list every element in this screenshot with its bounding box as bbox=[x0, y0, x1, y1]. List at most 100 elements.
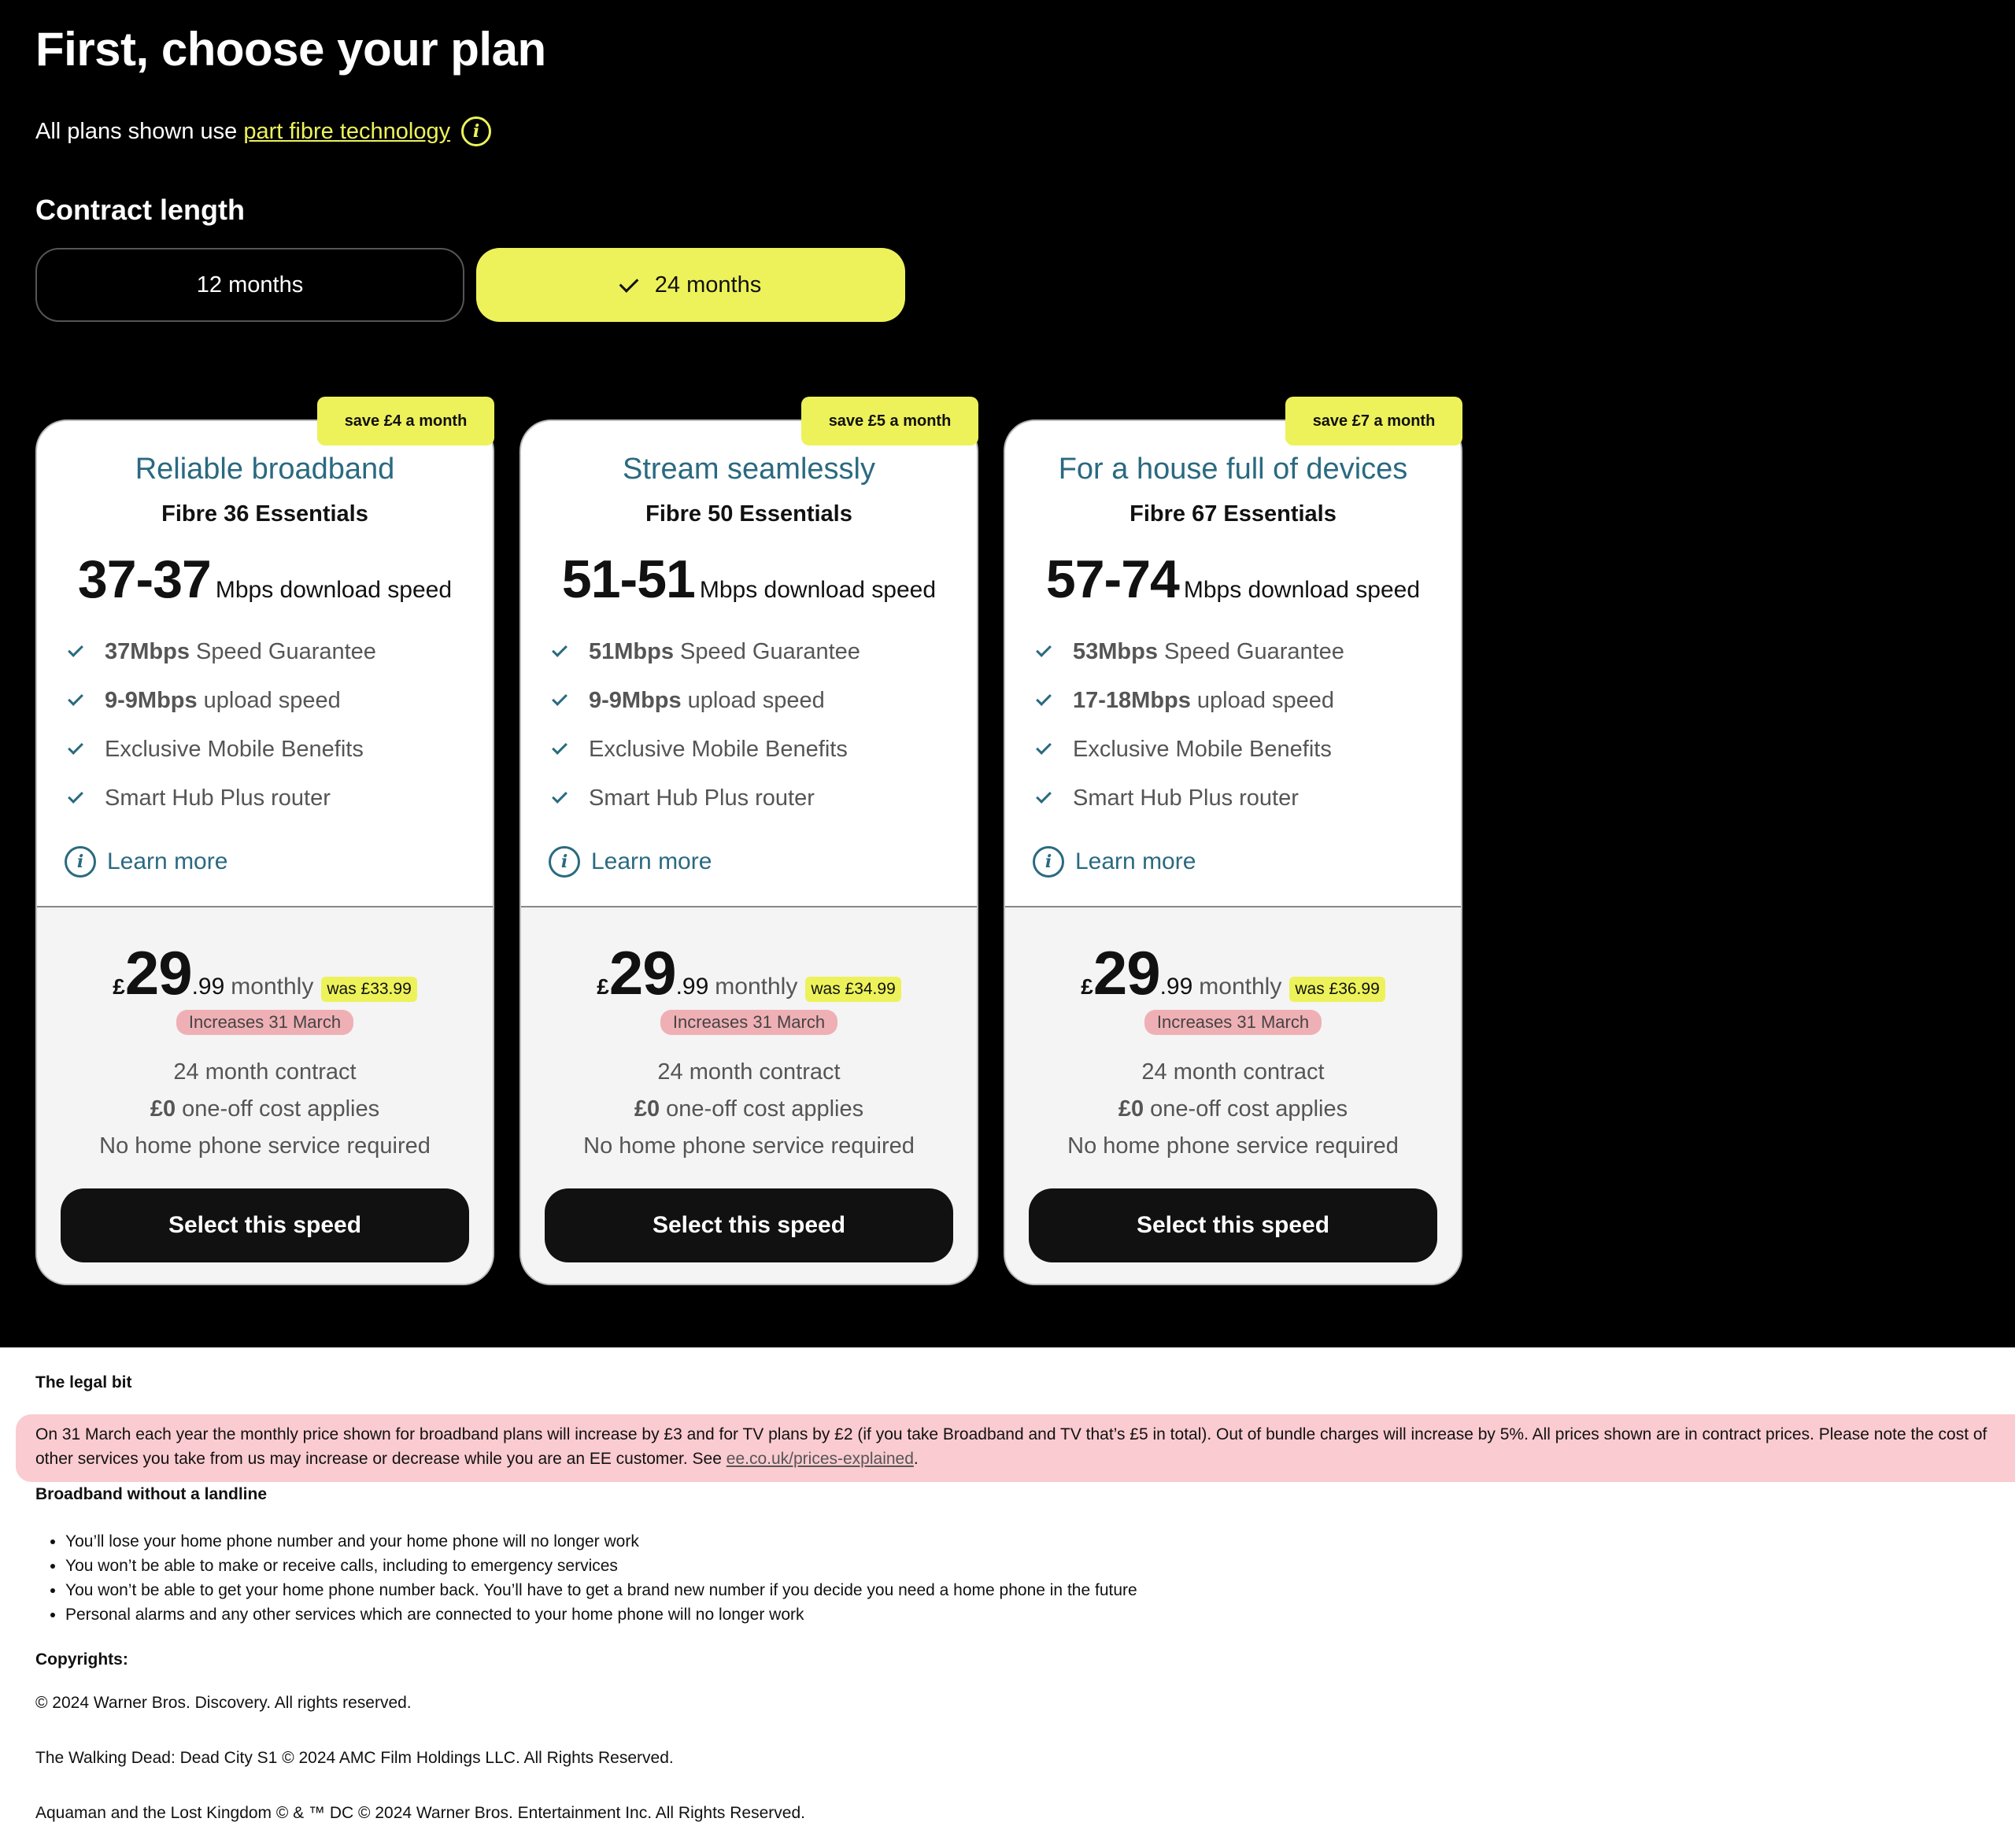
copyright-line: The Walking Dead: Dead City S1 © 2024 AM… bbox=[35, 1749, 674, 1767]
info-icon[interactable]: i bbox=[461, 116, 492, 146]
check-icon bbox=[68, 641, 83, 657]
plan-card: Stream seamlessly Fibre 50 Essentials 51… bbox=[519, 419, 978, 1285]
upfront-text: one-off cost applies bbox=[182, 1096, 380, 1122]
speed-unit: Mbps download speed bbox=[699, 577, 937, 603]
learn-more-label: Learn more bbox=[591, 848, 712, 874]
copyright-line: © 2024 Warner Bros. Discovery. All right… bbox=[35, 1694, 412, 1712]
upfront-cost: £0 one-off cost applies bbox=[1005, 1091, 1461, 1128]
increase-note: Increases 31 March bbox=[37, 1010, 493, 1035]
feature-text: Speed Guarantee bbox=[195, 638, 376, 664]
select-speed-button[interactable]: Select this speed bbox=[545, 1188, 953, 1262]
was-price-badge: was £34.99 bbox=[805, 977, 901, 1002]
feature-item: Exclusive Mobile Benefits bbox=[68, 725, 376, 774]
feature-item: Exclusive Mobile Benefits bbox=[552, 725, 860, 774]
speed-range: 37-37 bbox=[77, 549, 212, 609]
price-whole: 29 bbox=[1093, 938, 1161, 1007]
part-fibre-link[interactable]: part fibre technology bbox=[243, 119, 450, 145]
check-icon bbox=[68, 739, 83, 755]
price-whole: 29 bbox=[608, 938, 677, 1007]
prices-explained-link[interactable]: ee.co.uk/prices-explained bbox=[727, 1450, 914, 1468]
feature-item: 9-9Mbps upload speed bbox=[68, 676, 376, 725]
plan-name: Fibre 36 Essentials bbox=[161, 501, 368, 527]
learn-more-link[interactable]: i Learn more bbox=[549, 846, 712, 878]
price-panel: £ 29 .99 monthly was £33.99 Increases 31… bbox=[37, 906, 493, 1284]
increase-label: Increases 31 March bbox=[176, 1010, 354, 1035]
speed-range: 51-51 bbox=[561, 549, 696, 609]
contract-term: 24 month contract bbox=[657, 1059, 841, 1085]
feature-item: Exclusive Mobile Benefits bbox=[1036, 725, 1344, 774]
feature-bold: 9-9Mbps bbox=[105, 687, 198, 713]
plan-headline: Stream seamlessly bbox=[623, 453, 875, 486]
check-icon bbox=[68, 788, 83, 804]
plan-card: For a house full of devices Fibre 67 Ess… bbox=[1004, 419, 1462, 1285]
feature-list: 53Mbps Speed Guarantee 17-18Mbps upload … bbox=[1036, 627, 1344, 822]
currency: £ bbox=[113, 974, 125, 999]
contract-length-label: Contract length bbox=[35, 194, 245, 226]
learn-more-label: Learn more bbox=[1075, 848, 1196, 874]
price-period: monthly bbox=[1199, 974, 1282, 1000]
was-price-badge: was £33.99 bbox=[321, 977, 417, 1002]
currency: £ bbox=[1081, 974, 1093, 999]
increase-label: Increases 31 March bbox=[660, 1010, 838, 1035]
price-whole: 29 bbox=[124, 938, 193, 1007]
feature-text: Exclusive Mobile Benefits bbox=[105, 736, 364, 762]
upfront-cost: £0 one-off cost applies bbox=[521, 1091, 977, 1128]
learn-more-link[interactable]: i Learn more bbox=[1033, 846, 1196, 878]
was-price-badge: was £36.99 bbox=[1289, 977, 1385, 1002]
feature-bold: 37Mbps bbox=[105, 638, 190, 664]
increase-note: Increases 31 March bbox=[521, 1010, 977, 1035]
save-badge: save £7 a month bbox=[1285, 397, 1462, 445]
price: £ 29 .99 monthly was £34.99 bbox=[521, 937, 977, 1009]
list-item: Personal alarms and any other services w… bbox=[65, 1602, 1137, 1627]
upfront-text: one-off cost applies bbox=[666, 1096, 864, 1122]
plan-terms: 24 month contract £0 one-off cost applie… bbox=[37, 1054, 493, 1165]
price-pence: .99 bbox=[1159, 974, 1193, 1000]
feature-list: 51Mbps Speed Guarantee 9-9Mbps upload sp… bbox=[552, 627, 860, 822]
learn-more-link[interactable]: i Learn more bbox=[65, 846, 227, 878]
feature-text: Smart Hub Plus router bbox=[105, 785, 331, 811]
contract-12-months-button[interactable]: 12 months bbox=[35, 248, 464, 322]
feature-item: Smart Hub Plus router bbox=[552, 774, 860, 822]
contract-12-label: 12 months bbox=[196, 272, 304, 298]
contract-24-months-button[interactable]: 24 months bbox=[476, 248, 905, 322]
intro-text: All plans shown use bbox=[35, 118, 238, 144]
intro-line: All plans shown use part fibre technolog… bbox=[35, 116, 492, 146]
feature-bold: 17-18Mbps bbox=[1073, 687, 1191, 713]
page-title: First, choose your plan bbox=[35, 23, 546, 76]
feature-text: Smart Hub Plus router bbox=[1073, 785, 1299, 811]
check-icon bbox=[1036, 690, 1052, 706]
plan-terms: 24 month contract £0 one-off cost applie… bbox=[1005, 1054, 1461, 1165]
download-speed: 51-51 Mbps download speed bbox=[521, 549, 977, 610]
upfront-amount: £0 bbox=[1118, 1096, 1144, 1122]
save-badge: save £5 a month bbox=[801, 397, 978, 445]
legal-text: On 31 March each year the monthly price … bbox=[16, 1414, 2015, 1482]
price-pence: .99 bbox=[675, 974, 709, 1000]
copyright-line: Aquaman and the Lost Kingdom © & ™ DC © … bbox=[35, 1804, 805, 1822]
price-period: monthly bbox=[231, 974, 314, 1000]
plan-headline: Reliable broadband bbox=[135, 453, 395, 486]
info-icon: i bbox=[65, 846, 96, 878]
feature-bold: 53Mbps bbox=[1073, 638, 1158, 664]
feature-bold: 9-9Mbps bbox=[589, 687, 682, 713]
info-icon: i bbox=[1033, 846, 1064, 878]
plan-name: Fibre 50 Essentials bbox=[645, 501, 852, 527]
feature-item: 53Mbps Speed Guarantee bbox=[1036, 627, 1344, 676]
price-panel: £ 29 .99 monthly was £34.99 Increases 31… bbox=[521, 906, 977, 1284]
upfront-amount: £0 bbox=[150, 1096, 176, 1122]
feature-item: Smart Hub Plus router bbox=[68, 774, 376, 822]
contract-term: 24 month contract bbox=[173, 1059, 357, 1085]
currency: £ bbox=[597, 974, 609, 999]
select-speed-button[interactable]: Select this speed bbox=[1029, 1188, 1437, 1262]
list-item: You won’t be able to get your home phone… bbox=[65, 1578, 1137, 1602]
price-period: monthly bbox=[715, 974, 798, 1000]
check-icon bbox=[1036, 788, 1052, 804]
upfront-text: one-off cost applies bbox=[1150, 1096, 1348, 1122]
info-icon: i bbox=[549, 846, 580, 878]
feature-text: Speed Guarantee bbox=[1163, 638, 1344, 664]
legal-section: The legal bit On 31 March each year the … bbox=[16, 1373, 2015, 1822]
feature-item: 17-18Mbps upload speed bbox=[1036, 676, 1344, 725]
select-speed-button[interactable]: Select this speed bbox=[61, 1188, 469, 1262]
feature-text: upload speed bbox=[203, 687, 341, 713]
learn-more-label: Learn more bbox=[107, 848, 228, 874]
plans-section: First, choose your plan All plans shown … bbox=[0, 0, 2015, 1347]
